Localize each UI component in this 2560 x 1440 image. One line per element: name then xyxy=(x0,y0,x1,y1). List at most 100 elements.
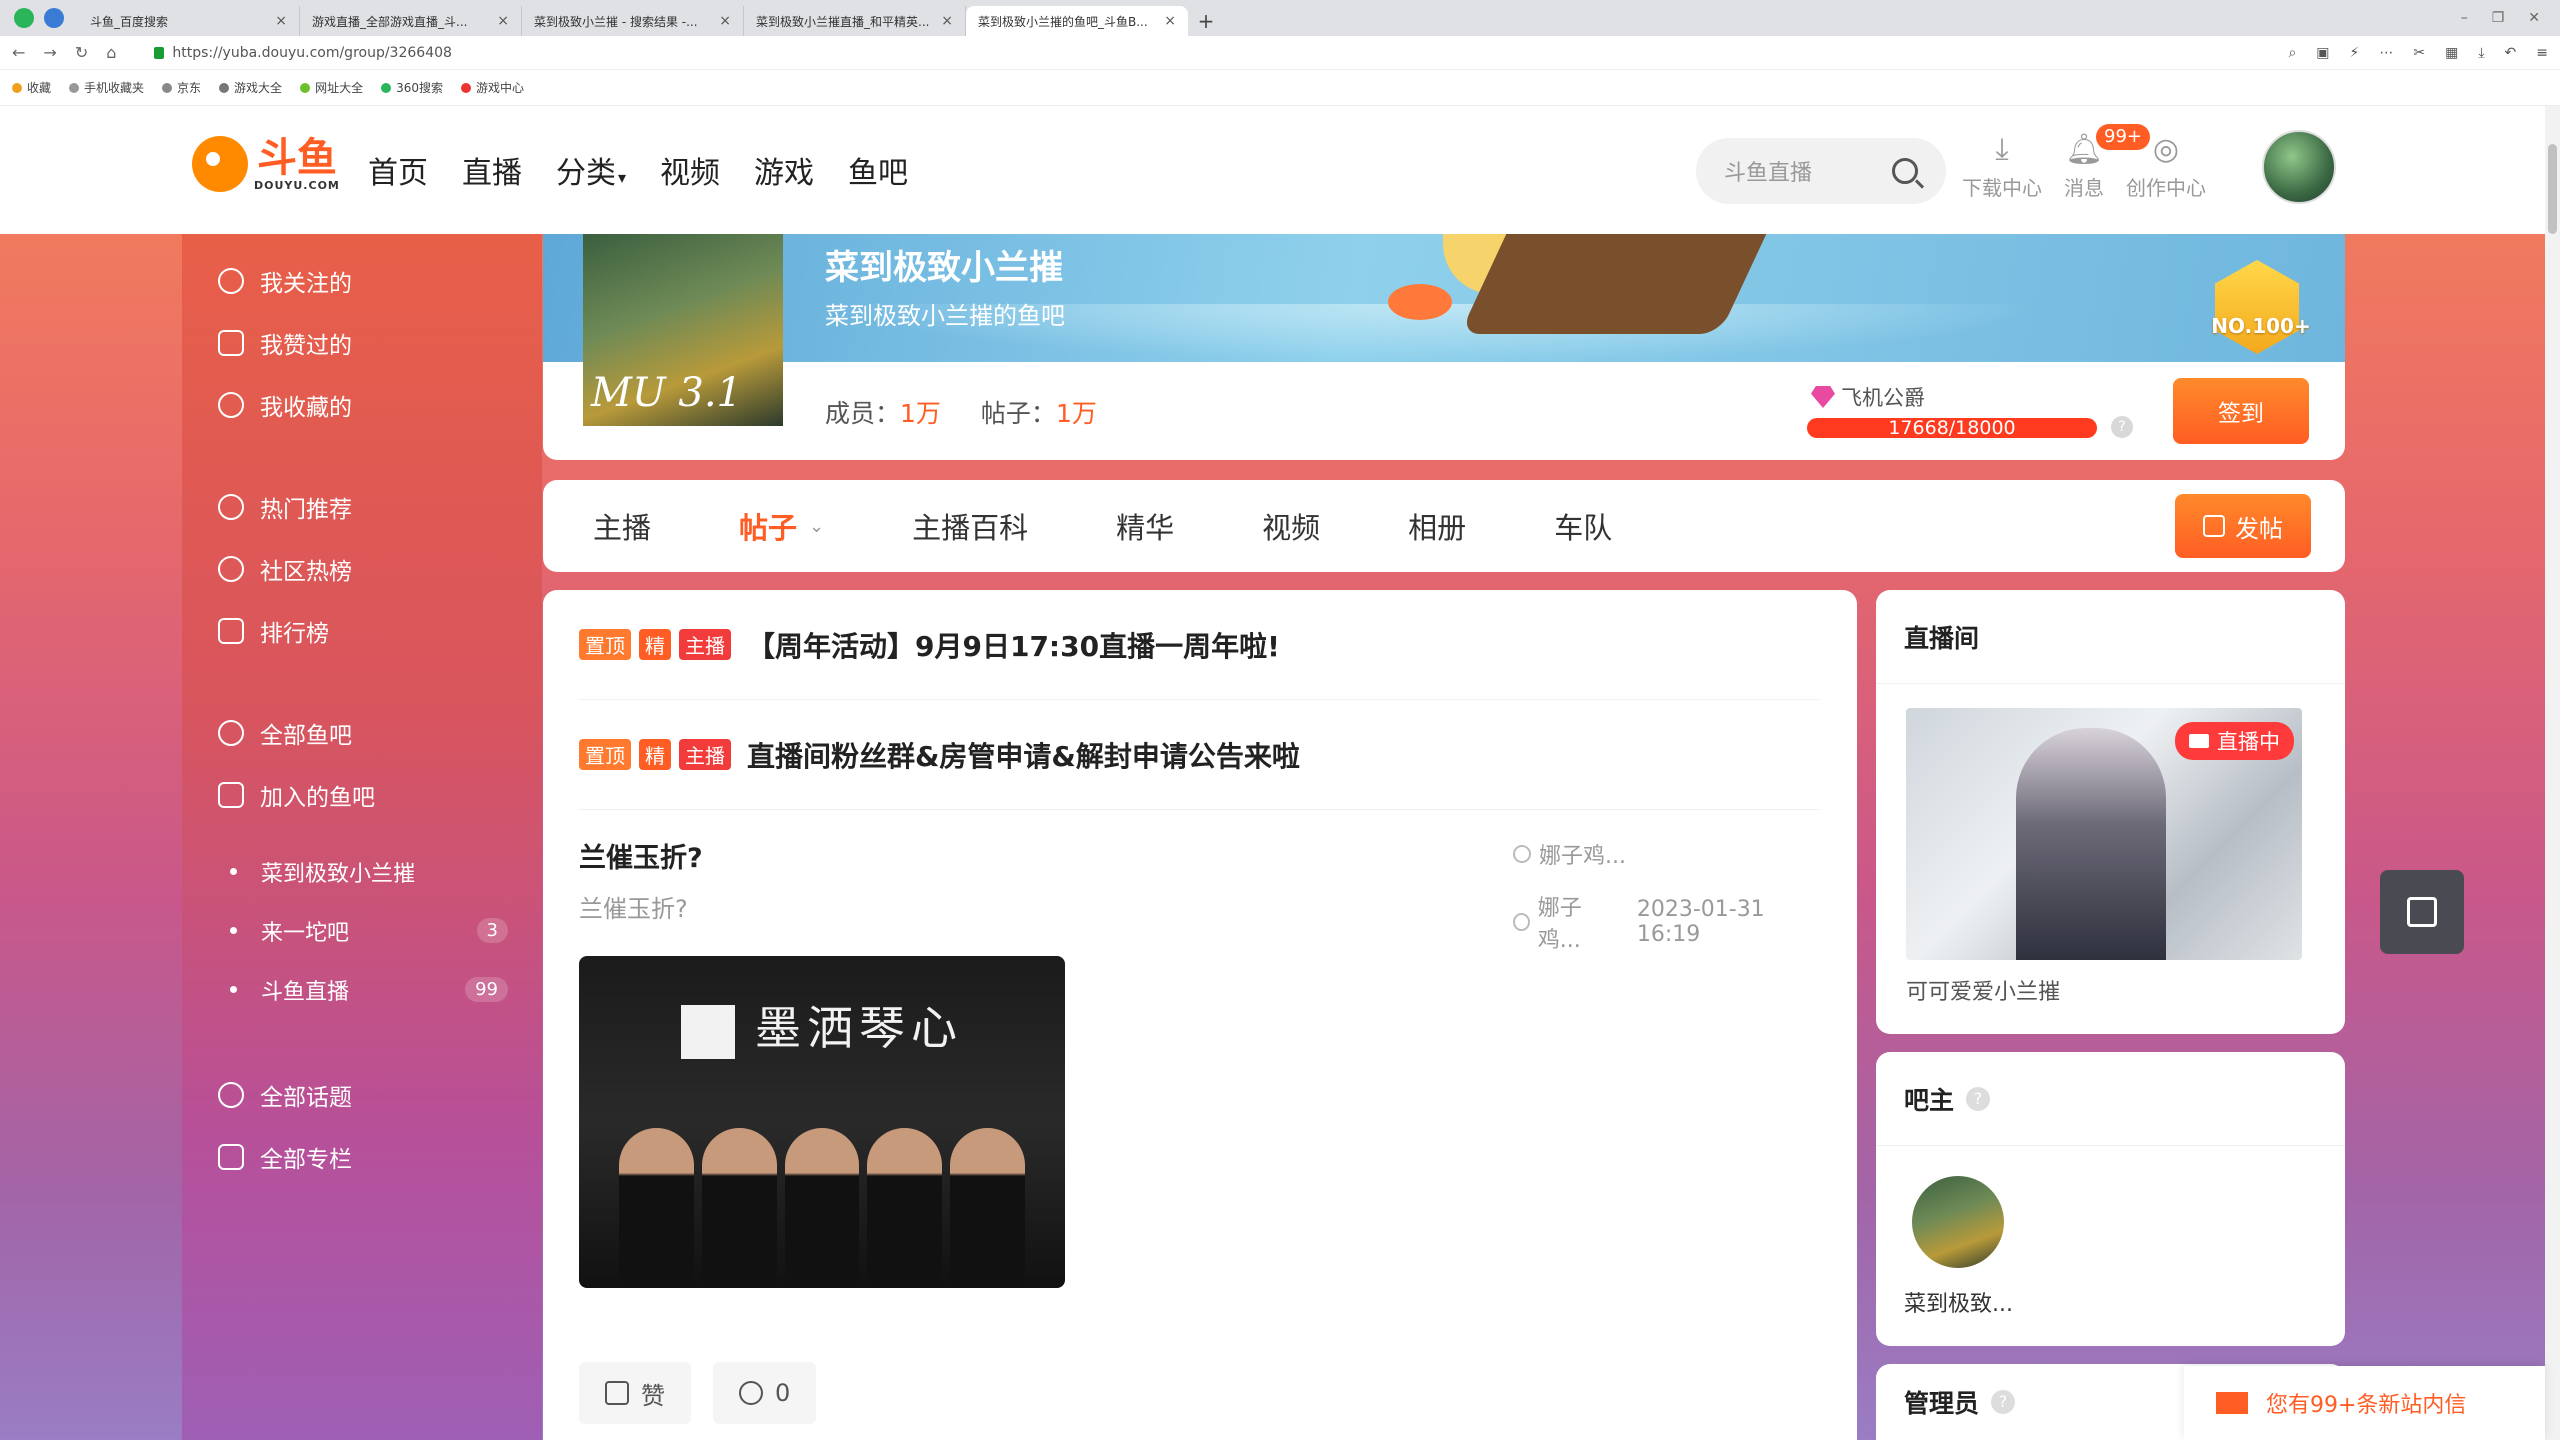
minimize-icon[interactable]: – xyxy=(2461,10,2468,26)
browser-menu-icon[interactable] xyxy=(44,8,64,28)
new-tab-button[interactable]: + xyxy=(1188,6,1224,36)
nav-live[interactable]: 直播 xyxy=(462,148,522,192)
sidebar-joined-item[interactable]: 斗鱼直播 99 xyxy=(218,960,508,1019)
url-field[interactable]: https://yuba.douyu.com/group/3266408 xyxy=(154,45,452,61)
help-icon[interactable]: ? xyxy=(1991,1390,2016,1414)
more-icon[interactable]: ⋯ xyxy=(2379,45,2393,61)
tab-posts[interactable]: 帖子 ⌄ xyxy=(739,505,824,547)
bookmark-item[interactable]: 游戏大全 xyxy=(219,79,282,96)
menu-icon[interactable]: ≡ xyxy=(2536,45,2548,61)
pinned-post[interactable]: 置顶 精 主播 直播间粉丝群&房管申请&解封申请公告来啦 xyxy=(579,700,1819,810)
post-author[interactable]: 娜子鸡... xyxy=(1513,838,1626,870)
last-reply-name: 娜子鸡... xyxy=(1537,896,1582,953)
close-icon[interactable]: × xyxy=(719,13,731,29)
undo-icon[interactable]: ↶ xyxy=(2505,45,2517,61)
close-icon[interactable]: × xyxy=(275,13,287,29)
sidebar-item-liked[interactable]: 我赞过的 xyxy=(218,312,352,374)
nav-video[interactable]: 视频 xyxy=(660,148,720,192)
back-icon[interactable]: ← xyxy=(12,43,25,62)
user-avatar[interactable] xyxy=(2262,130,2336,204)
post-image[interactable]: 墨洒琴心 xyxy=(579,956,1065,1288)
message-notification[interactable]: 您有99+条新站内信 xyxy=(2184,1366,2545,1440)
page-scrollbar[interactable] xyxy=(2545,106,2560,1440)
home-icon[interactable]: ⌂ xyxy=(106,43,116,62)
browser-tab-active[interactable]: 菜到极致小兰摧的鱼吧_斗鱼B... × xyxy=(966,6,1188,36)
pinned-post-title[interactable]: 【周年活动】9月9日17:30直播一周年啦! xyxy=(747,625,1280,665)
search-placeholder: 斗鱼直播 xyxy=(1724,161,1813,186)
help-icon[interactable]: ? xyxy=(2111,416,2133,438)
sidebar-joined-item[interactable]: 菜到极致小兰摧 xyxy=(218,842,508,901)
floating-edit-button[interactable] xyxy=(2380,870,2464,954)
close-icon[interactable]: × xyxy=(941,13,953,29)
screenshot-icon[interactable]: ▣ xyxy=(2316,45,2329,61)
post-title[interactable]: 兰催玉折? xyxy=(579,836,1819,875)
scissors-icon[interactable]: ✂ xyxy=(2413,45,2425,61)
sidebar-item-hot[interactable]: 热门推荐 xyxy=(218,476,352,538)
sidebar-item-ranking[interactable]: 排行榜 xyxy=(218,600,352,662)
browser-tab[interactable]: 菜到极致小兰摧 - 搜索结果 -... × xyxy=(522,6,744,36)
pinned-post-title[interactable]: 直播间粉丝群&房管申请&解封申请公告来啦 xyxy=(747,735,1300,775)
sidebar-item-joined-yuba[interactable]: 加入的鱼吧 xyxy=(218,764,375,826)
last-reply-user[interactable]: 娜子鸡... xyxy=(1513,890,1617,954)
download-icon[interactable]: ⤓ xyxy=(2478,45,2484,61)
help-icon[interactable]: ? xyxy=(1966,1086,1991,1111)
restore-icon[interactable]: ❐ xyxy=(2492,10,2505,26)
bookmark-item[interactable]: 收藏 xyxy=(12,79,51,96)
messages-button[interactable]: 🔔︎ 99+ 消息 xyxy=(2064,124,2150,201)
scroll-thumb[interactable] xyxy=(2548,144,2557,234)
bookmark-item[interactable]: 手机收藏夹 xyxy=(69,79,144,96)
close-window-icon[interactable]: ✕ xyxy=(2528,10,2540,26)
reload-icon[interactable]: ↻ xyxy=(75,43,88,62)
post-item[interactable]: 兰催玉折? 兰催玉折? 娜子鸡... 娜子鸡... 2023-01-31 16:1… xyxy=(579,836,1819,953)
sidebar-joined-item[interactable]: 来一坨吧 3 xyxy=(218,901,508,960)
sidebar-item-following[interactable]: 我关注的 xyxy=(218,250,352,312)
bookmark-item[interactable]: 网址大全 xyxy=(300,79,363,96)
bookmark-item[interactable]: 360搜索 xyxy=(381,79,443,96)
sidebar-item-all-yuba[interactable]: 全部鱼吧 xyxy=(218,702,375,764)
close-icon[interactable]: × xyxy=(1164,13,1176,29)
browser-tab[interactable]: 菜到极致小兰摧直播_和平精英... × xyxy=(744,6,966,36)
comment-button[interactable]: 0 xyxy=(713,1362,817,1424)
nav-category[interactable]: 分类 xyxy=(556,148,626,192)
browser-tab[interactable]: 斗鱼_百度搜索 × xyxy=(78,6,300,36)
signin-button[interactable]: 签到 xyxy=(2173,378,2309,444)
bookmark-label: 收藏 xyxy=(27,81,52,95)
live-thumbnail[interactable]: 直播中 xyxy=(1906,708,2302,960)
browser-tab[interactable]: 游戏直播_全部游戏直播_斗... × xyxy=(300,6,522,36)
new-post-button[interactable]: 发帖 xyxy=(2175,494,2311,558)
search-icon[interactable] xyxy=(1892,158,1918,184)
tab-featured[interactable]: 精华 xyxy=(1116,505,1174,547)
nav-yuba[interactable]: 鱼吧 xyxy=(848,148,908,192)
owner-avatar[interactable] xyxy=(1912,1176,2004,1268)
extensions-icon[interactable]: ▦ xyxy=(2445,45,2458,61)
nav-home[interactable]: 首页 xyxy=(368,148,428,192)
tab-video[interactable]: 视频 xyxy=(1262,505,1320,547)
tab-album[interactable]: 相册 xyxy=(1408,505,1466,547)
download-center-button[interactable]: ⤓ 下载中心 xyxy=(1962,132,2042,201)
browser-logo-icon[interactable] xyxy=(14,8,34,28)
sidebar-item-favorites[interactable]: 我收藏的 xyxy=(218,374,352,436)
sidebar-item-all-columns[interactable]: 全部专栏 xyxy=(218,1126,352,1188)
sidebar-item-all-topics[interactable]: 全部话题 xyxy=(218,1064,352,1126)
bookmark-item[interactable]: 游戏中心 xyxy=(460,79,524,96)
sidebar-item-community-hot[interactable]: 社区热榜 xyxy=(218,538,352,600)
tab-host[interactable]: 主播 xyxy=(593,505,651,547)
creator-center-button[interactable]: ◎ 创作中心 xyxy=(2126,132,2206,201)
douyu-logo[interactable]: 斗鱼 DOUYU.COM xyxy=(192,136,340,192)
close-icon[interactable]: × xyxy=(497,13,509,29)
nav-game[interactable]: 游戏 xyxy=(754,148,814,192)
person-figure xyxy=(619,1128,694,1288)
lightning-icon[interactable]: ⚡ xyxy=(2350,45,2360,61)
search-input[interactable]: 斗鱼直播 xyxy=(1696,138,1946,204)
tab-team[interactable]: 车队 xyxy=(1554,505,1612,547)
pinned-post[interactable]: 置顶 精 主播 【周年活动】9月9日17:30直播一周年啦! xyxy=(579,590,1819,700)
like-button[interactable]: 赞 xyxy=(579,1362,691,1424)
search-icon[interactable]: ⌕ xyxy=(2288,45,2296,61)
group-banner-card: MU 3.1 菜到极致小兰摧 菜到极致小兰摧的鱼吧 NO.100+ 成员：1万 … xyxy=(543,234,2345,460)
owner-name[interactable]: 菜到极致... xyxy=(1904,1286,2013,1318)
bookmark-item[interactable]: 京东 xyxy=(162,79,201,96)
tab-wiki[interactable]: 主播百科 xyxy=(912,505,1028,547)
forward-icon[interactable]: → xyxy=(43,43,56,62)
author-name: 娜子鸡... xyxy=(1539,844,1626,869)
live-room-name[interactable]: 可可爱爱小兰摧 xyxy=(1906,974,2060,1006)
